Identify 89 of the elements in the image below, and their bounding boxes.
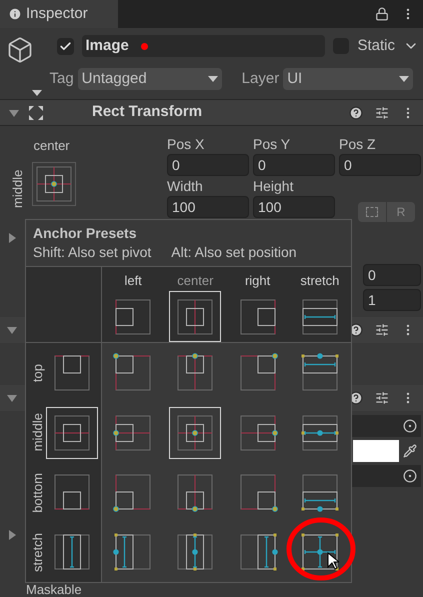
color-field[interactable] [353, 440, 399, 462]
target-icon[interactable] [403, 469, 417, 483]
row-label: middle [29, 413, 44, 452]
anchor-h-label: center [34, 137, 70, 155]
inspector-tab[interactable]: Inspector [0, 0, 118, 28]
column-label: left [124, 273, 142, 289]
anchor-preset-icon [113, 472, 154, 512]
anchor-preset-icon [238, 532, 278, 572]
maskable-label: Maskable [26, 583, 82, 597]
cube-icon [6, 36, 34, 64]
anchor-preset-icon [113, 296, 154, 336]
cursor-icon [326, 552, 339, 570]
anchor-v-label: middle [9, 168, 26, 208]
row-label: stretch [29, 532, 44, 572]
number-field[interactable]: 0 [339, 154, 421, 176]
field-label: Height [253, 177, 294, 196]
blueprint-button[interactable] [358, 202, 386, 222]
presets-icon[interactable] [375, 391, 389, 405]
anchor-preset-icon [300, 296, 340, 336]
number-field[interactable]: 0 [253, 154, 335, 176]
anchor-preset-icon [175, 296, 216, 336]
anchor-preset-icon [175, 412, 216, 453]
anchor-preset-icon [300, 412, 340, 453]
field-label: Pos X [167, 135, 206, 154]
anchor-preset-icon [175, 472, 216, 512]
expanded-triangle-icon[interactable] [6, 324, 18, 336]
presets-icon[interactable] [375, 106, 389, 120]
row-label: bottom [29, 472, 44, 512]
anchor-preset-icon [52, 472, 92, 512]
component-header[interactable]: Rect Transform [0, 100, 423, 126]
anchor-preset-icon [300, 352, 340, 393]
anchor-preset-icon [238, 296, 278, 336]
rect-transform-icon [28, 104, 44, 120]
lock-icon[interactable] [375, 7, 389, 21]
anchor-preset-icon [113, 352, 154, 393]
help-icon[interactable] [349, 106, 363, 120]
caret-icon [399, 76, 410, 82]
eyedropper-icon[interactable] [403, 444, 417, 458]
anchor-preset-icon [113, 412, 154, 453]
anchor-icon [34, 164, 74, 204]
collapsed-triangle-icon[interactable] [6, 529, 18, 541]
anchor-preset-icon [238, 472, 278, 512]
presets-icon[interactable] [375, 323, 389, 337]
number-field[interactable]: 0 [167, 154, 249, 176]
field-label: Pos Y [253, 135, 292, 154]
column-label: center [177, 273, 214, 289]
active-checkbox[interactable] [57, 38, 74, 54]
popup-title: Anchor Presets [33, 224, 138, 242]
layer-label: Layer [242, 68, 280, 89]
caret-icon [208, 76, 218, 82]
component-title: Rect Transform [92, 102, 202, 122]
anchor-preset-icon [300, 532, 340, 572]
layer-dropdown[interactable]: UI [283, 68, 414, 90]
name-field[interactable]: Image [82, 35, 326, 57]
tag-dropdown[interactable]: Untagged [78, 68, 222, 90]
anchor-preset-icon [175, 532, 216, 572]
anchor-button[interactable] [32, 162, 76, 206]
number-field[interactable]: 0 [363, 264, 421, 286]
hint-text: Alt: Also set position [171, 243, 297, 262]
anchor-preset-icon [300, 472, 340, 512]
target-icon[interactable] [403, 419, 417, 433]
number-field[interactable]: 1 [363, 289, 421, 311]
hint-text: Shift: Also set pivot [33, 243, 152, 262]
caret-icon[interactable] [32, 90, 42, 96]
object-field[interactable] [351, 465, 421, 487]
field-label: Width [167, 177, 204, 196]
collapsed-triangle-icon[interactable] [6, 232, 18, 244]
anchor-preset-icon [238, 352, 278, 393]
static-label: Static [357, 36, 395, 56]
anchor-preset-icon [52, 352, 92, 393]
row-label: top [29, 364, 44, 382]
number-field[interactable]: 100 [167, 196, 249, 218]
column-label: right [244, 273, 270, 289]
field-label: Pos Z [339, 135, 377, 154]
expanded-triangle-icon[interactable] [6, 392, 18, 404]
anchor-preset-icon [52, 532, 92, 572]
tag-label: Tag [49, 68, 74, 89]
check-icon [59, 40, 72, 52]
anchor-preset-icon [113, 532, 154, 572]
column-label: stretch [300, 273, 340, 289]
anchor-preset-button[interactable] [169, 291, 222, 342]
number-field[interactable]: 100 [253, 196, 335, 218]
anchor-preset-button[interactable] [46, 406, 98, 459]
info-icon [8, 7, 22, 21]
object-field[interactable] [351, 415, 421, 437]
anchor-preset-icon [238, 412, 278, 453]
anchor-preset-icon [52, 412, 92, 453]
anchor-preset-icon [175, 352, 216, 393]
anchor-preset-button[interactable] [169, 406, 222, 459]
